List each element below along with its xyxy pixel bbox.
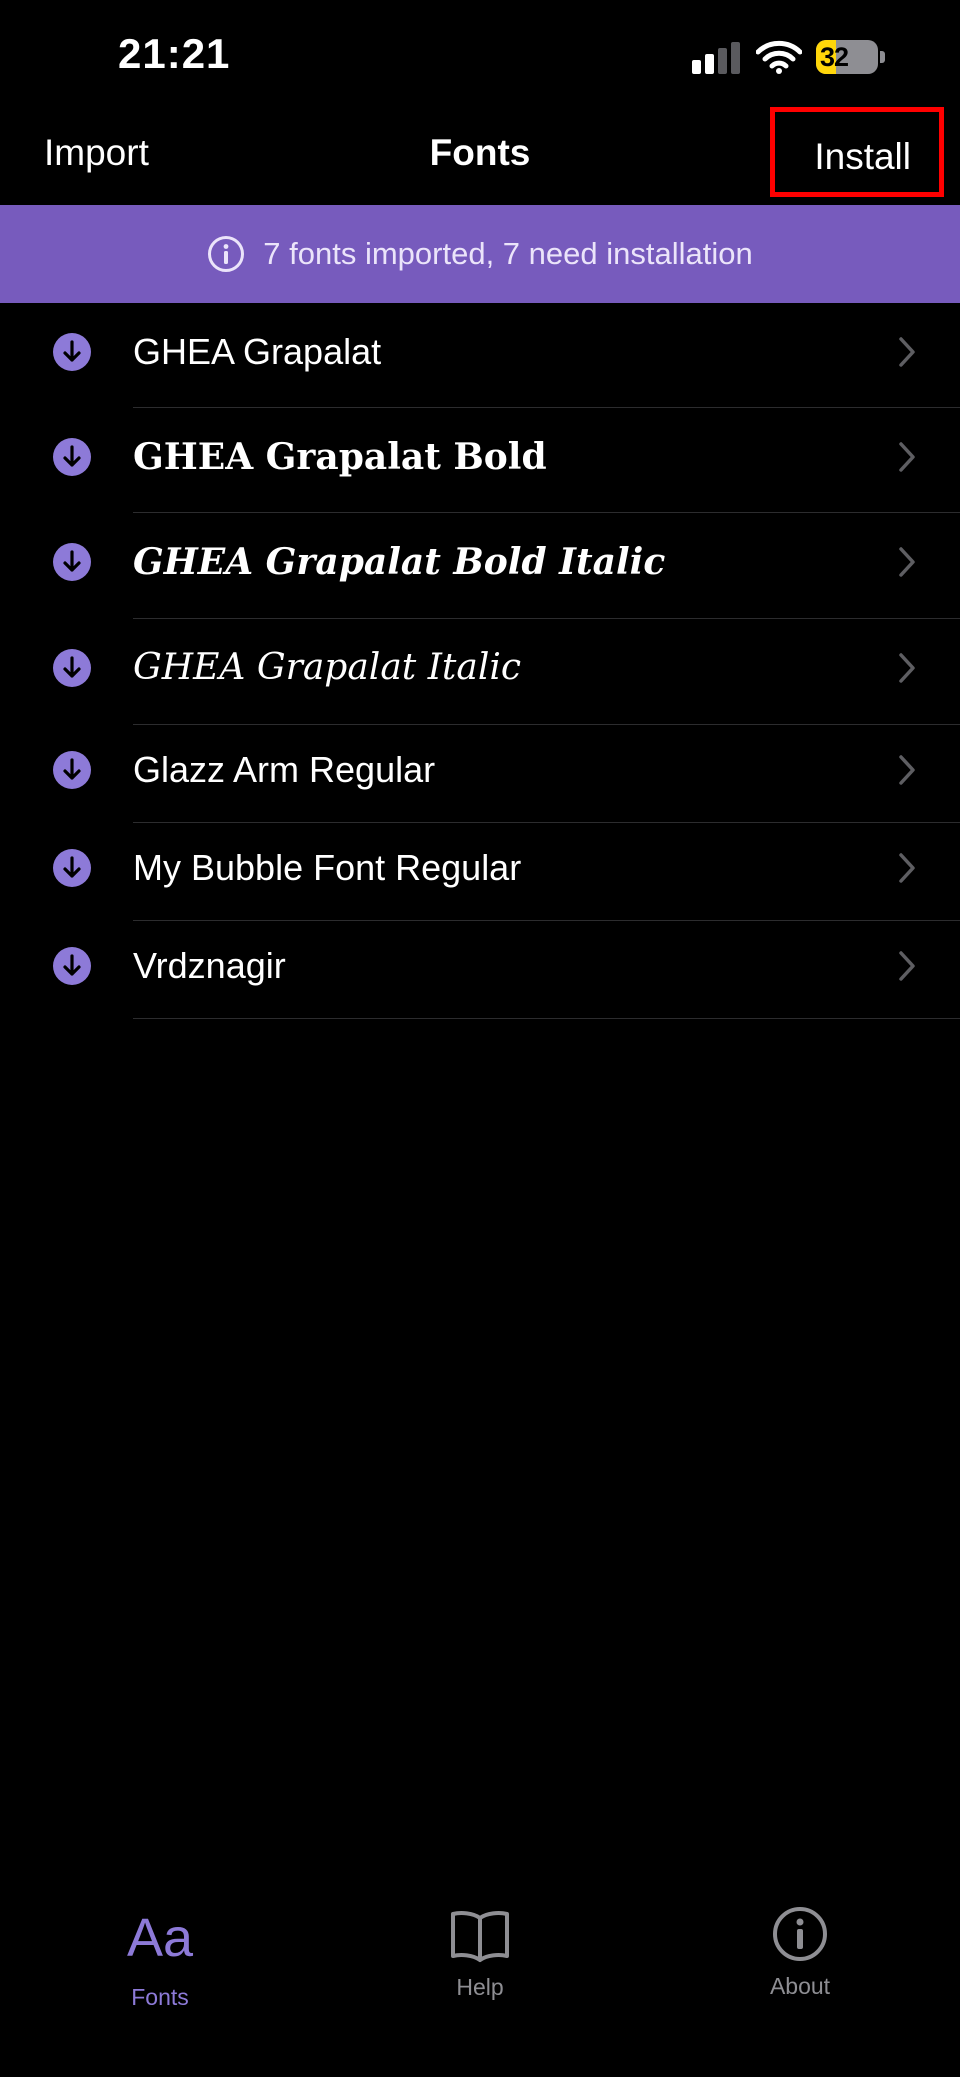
font-name: My Bubble Font Regular — [133, 847, 522, 888]
font-row[interactable]: My Bubble Font Regular — [0, 823, 960, 921]
font-name: GHEA Grapalat Bold Italic — [133, 541, 666, 583]
chevron-right-icon — [899, 336, 915, 367]
font-name: GHEA Grapalat Italic — [133, 647, 522, 688]
tab-help[interactable]: Help — [380, 1908, 580, 2001]
install-button[interactable]: Install — [770, 107, 944, 197]
tab-label: Fonts — [131, 1984, 189, 2010]
download-arrow-icon[interactable] — [52, 750, 92, 790]
wifi-icon — [756, 40, 802, 74]
download-arrow-icon[interactable] — [52, 437, 92, 477]
download-arrow-icon[interactable] — [52, 648, 92, 688]
font-row[interactable]: Glazz Arm Regular — [0, 725, 960, 823]
font-name: Vrdznagir — [133, 945, 286, 986]
tab-label: Help — [456, 1974, 504, 2000]
status-bar: 21:21 32 — [0, 0, 960, 110]
font-row[interactable]: GHEA Grapalat Bold — [0, 408, 960, 513]
chevron-right-icon — [899, 653, 915, 683]
banner-text: 7 fonts imported, 7 need installation — [263, 236, 753, 271]
book-icon — [451, 1911, 509, 1962]
info-circle-icon — [773, 1907, 827, 1961]
tab-bar: Aa Fonts Help About — [0, 1880, 960, 2077]
font-name: Glazz Arm Regular — [133, 749, 436, 790]
download-arrow-icon[interactable] — [52, 946, 92, 986]
download-arrow-icon[interactable] — [52, 542, 92, 582]
tab-fonts[interactable]: Aa Fonts — [60, 1902, 260, 2011]
font-row[interactable]: Vrdznagir — [0, 921, 960, 1019]
cellular-signal-icon — [692, 42, 740, 74]
font-list: GHEA Grapalat GHEA Grapalat Bold GHEA Grap… — [0, 303, 960, 1019]
chevron-right-icon — [899, 547, 915, 577]
font-name: GHEA Grapalat — [133, 330, 382, 372]
chevron-right-icon — [899, 441, 915, 472]
battery-icon: 32 — [816, 40, 886, 74]
chevron-right-icon — [899, 755, 915, 785]
tab-about[interactable]: About — [700, 1905, 900, 2000]
font-row[interactable]: GHEA Grapalat — [0, 303, 960, 408]
font-row[interactable]: GHEA Grapalat Bold Italic — [0, 513, 960, 619]
chevron-right-icon — [899, 951, 915, 981]
info-circle-icon — [208, 236, 245, 272]
battery-level: 32 — [820, 42, 849, 72]
navigation-bar: Import Fonts Install — [0, 107, 960, 204]
status-banner: 7 fonts imported, 7 need installation — [0, 205, 960, 303]
fonts-tab-icon: Aa — [126, 1908, 194, 1968]
download-arrow-icon[interactable] — [52, 332, 92, 372]
font-row[interactable]: GHEA Grapalat Italic — [0, 619, 960, 725]
install-button-label: Install — [814, 136, 911, 177]
tab-label: About — [769, 1973, 831, 1999]
row-divider — [133, 1018, 960, 1019]
download-arrow-icon[interactable] — [52, 848, 92, 888]
import-button[interactable]: Import — [44, 132, 149, 174]
status-time: 21:21 — [118, 30, 231, 77]
chevron-right-icon — [899, 853, 915, 883]
font-name: GHEA Grapalat Bold — [133, 435, 547, 478]
